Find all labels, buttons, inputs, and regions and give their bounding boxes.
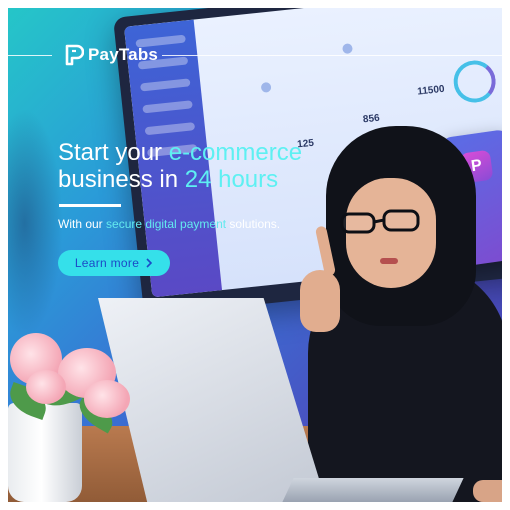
headline-accent: 24 hours — [184, 166, 279, 193]
learn-more-label: Learn more — [74, 256, 140, 270]
chevron-right-icon — [146, 258, 153, 268]
headline-accent: e-commerce — [168, 139, 303, 166]
subheadline-text: solutions. — [226, 217, 281, 231]
flower-vase — [8, 403, 82, 502]
learn-more-button[interactable]: Learn more — [58, 250, 170, 276]
woman-hand — [300, 270, 340, 332]
woman-hand-on-desk — [473, 480, 502, 502]
headline-line-2: business in 24 hours — [58, 166, 302, 193]
paytabs-logo-icon — [65, 44, 84, 66]
headline: Start your e-commerce business in 24 hou… — [58, 139, 302, 193]
brand-name: PayTabs — [88, 45, 159, 64]
pink-flower — [26, 370, 66, 404]
dashboard-stat: 11500 — [416, 83, 446, 98]
dashboard-ring-chart — [451, 58, 498, 105]
pink-flower — [84, 380, 130, 418]
glasses-icon — [340, 209, 420, 234]
headline-text: business in — [58, 166, 185, 193]
background-plant — [8, 108, 63, 338]
headline-divider — [59, 204, 121, 207]
header-line-right — [162, 55, 502, 56]
subheadline-accent: secure digital payment — [106, 217, 227, 231]
woman-lips — [380, 258, 398, 264]
paytabs-logo[interactable]: PayTabs — [64, 44, 158, 66]
subheadline: With our secure digital payment solution… — [58, 217, 280, 231]
header-line-left — [8, 55, 52, 56]
subheadline-text: With our — [58, 217, 107, 231]
headline-text: Start your — [58, 139, 169, 166]
dashboard-stat: 856 — [362, 112, 381, 126]
dashboard-icon — [341, 43, 353, 55]
dashboard-icon — [260, 81, 272, 93]
headline-line-1: Start your e-commerce — [58, 139, 302, 166]
laptop-base — [282, 478, 464, 502]
paytabs-ad-banner[interactable]: 125 856 11500 P PayTabs Start your e-com… — [8, 8, 502, 502]
